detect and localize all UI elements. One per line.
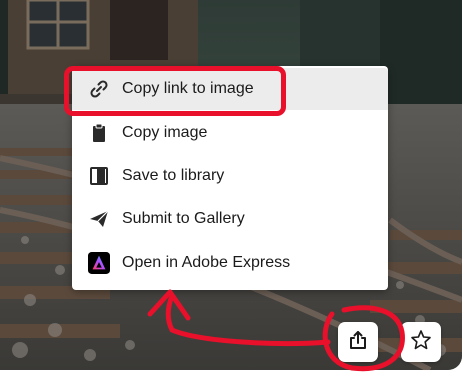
menu-item-copy-image[interactable]: Copy image (72, 112, 388, 154)
share-menu: Copy link to image Copy image Save to li… (72, 66, 388, 290)
menu-item-label: Save to library (122, 167, 225, 184)
link-icon (88, 78, 110, 100)
share-icon (347, 329, 369, 356)
adobe-express-icon (88, 252, 110, 274)
share-button[interactable] (338, 322, 378, 362)
menu-item-copy-link[interactable]: Copy link to image (72, 68, 388, 110)
favorite-button[interactable] (401, 322, 441, 362)
clipboard-icon (88, 122, 110, 144)
paper-plane-icon (88, 208, 110, 230)
menu-item-submit-to-gallery[interactable]: Submit to Gallery (72, 198, 388, 240)
library-icon (88, 165, 110, 187)
menu-item-label: Copy image (122, 124, 208, 141)
star-icon (409, 328, 433, 357)
menu-item-label: Copy link to image (122, 80, 254, 97)
menu-item-label: Open in Adobe Express (122, 254, 291, 271)
menu-item-label: Submit to Gallery (122, 210, 245, 227)
menu-item-open-in-adobe-express[interactable]: Open in Adobe Express (72, 242, 388, 284)
menu-item-save-to-library[interactable]: Save to library (72, 155, 388, 197)
